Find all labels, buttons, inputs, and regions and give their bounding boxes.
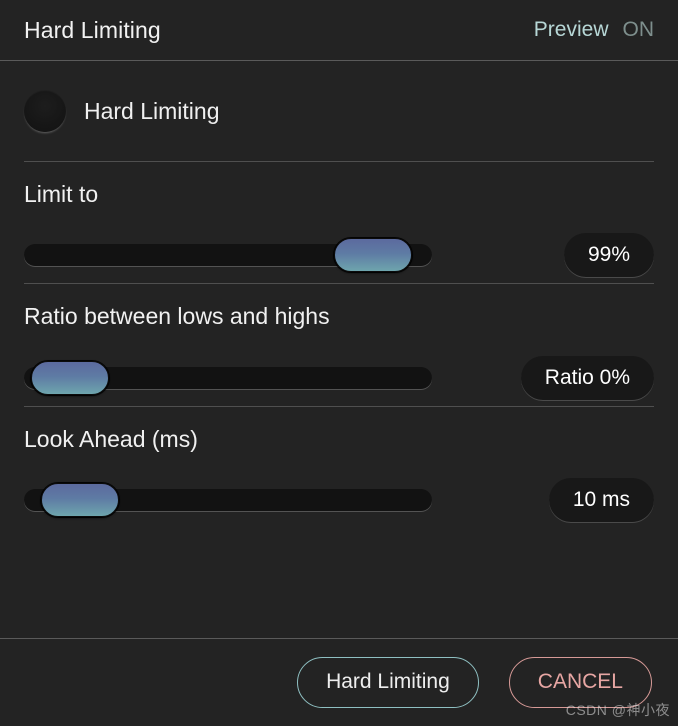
dialog-title: Hard Limiting xyxy=(24,16,161,43)
section-title-limit-to: Limit to xyxy=(24,181,99,207)
slider-ratio[interactable] xyxy=(24,360,432,395)
hard-limiting-toggle-label: Hard Limiting xyxy=(84,97,220,124)
dialog-header: Hard Limiting Preview ON xyxy=(0,0,678,61)
hard-limiting-dialog: Hard Limiting Preview ON Hard Limiting L… xyxy=(0,0,678,726)
slider-thumb[interactable] xyxy=(334,238,413,273)
slider-row-limit-to: 99% xyxy=(24,227,654,283)
value-badge-ratio[interactable]: Ratio 0% xyxy=(520,355,654,400)
section-limit-to: Limit to 99% xyxy=(24,162,654,283)
preview-state-badge[interactable]: ON xyxy=(623,18,655,42)
section-title-look-ahead: Look Ahead (ms) xyxy=(24,425,198,452)
section-look-ahead: Look Ahead (ms) 10 ms xyxy=(24,407,654,528)
dialog-footer: Hard Limiting CANCEL CSDN @神小夜 xyxy=(0,638,678,726)
value-badge-limit-to[interactable]: 99% xyxy=(563,233,654,278)
preview-label[interactable]: Preview xyxy=(534,18,609,42)
slider-row-ratio: Ratio 0% xyxy=(24,350,654,406)
slider-limit-to[interactable] xyxy=(24,238,432,273)
hard-limiting-toggle-row[interactable]: Hard Limiting xyxy=(24,61,654,161)
slider-thumb[interactable] xyxy=(30,360,109,395)
dialog-body: Hard Limiting Limit to 99% Ratio between… xyxy=(0,61,678,638)
preview-control[interactable]: Preview ON xyxy=(534,18,654,42)
section-title-ratio: Ratio between lows and highs xyxy=(24,303,330,330)
slider-look-ahead[interactable] xyxy=(24,482,432,517)
slider-thumb[interactable] xyxy=(40,482,119,517)
toggle-knob-icon[interactable] xyxy=(24,90,66,132)
value-badge-look-ahead[interactable]: 10 ms xyxy=(548,477,654,522)
slider-row-look-ahead: 10 ms xyxy=(24,472,654,528)
cancel-button[interactable]: CANCEL xyxy=(508,657,652,708)
confirm-button[interactable]: Hard Limiting xyxy=(297,657,479,708)
section-ratio: Ratio between lows and highs Ratio 0% xyxy=(24,284,654,405)
